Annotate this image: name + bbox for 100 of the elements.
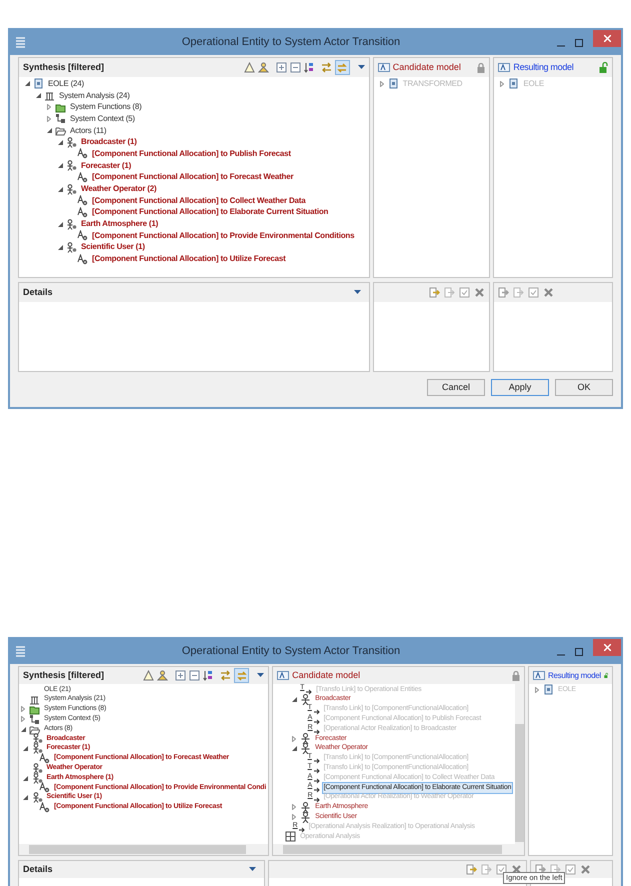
merge-icon — [429, 287, 440, 298]
tree-item[interactable]: Earth Atmosphere (1) — [79, 217, 160, 232]
tree-item[interactable]: System Functions (8) — [68, 100, 144, 114]
horizontal-scrollbar[interactable] — [19, 844, 268, 855]
tree-item[interactable]: [Component Functional Allocation] to Provide Environmental Conditions — [90, 228, 356, 243]
arrow-icon — [480, 864, 492, 875]
close-button[interactable] — [593, 30, 621, 47]
expand-arrow-icon[interactable] — [21, 716, 25, 722]
collapse-arrow-icon[interactable] — [58, 222, 62, 227]
expand-arrow-icon[interactable] — [292, 804, 296, 810]
expand-arrow-icon[interactable] — [292, 736, 296, 742]
arrow-icon — [444, 287, 456, 298]
collapse-arrow-icon[interactable] — [58, 140, 62, 145]
sort-icon — [203, 670, 214, 681]
diagram-icon — [29, 714, 40, 725]
checkbox-icon — [564, 864, 576, 875]
model-icon — [508, 78, 520, 90]
model-icon — [543, 684, 554, 696]
caret-icon — [257, 673, 264, 678]
tree-item[interactable]: System Context (5) — [68, 112, 137, 126]
close-button[interactable] — [593, 639, 621, 656]
person-filter-icon — [157, 670, 168, 681]
model-icon — [33, 78, 44, 90]
sync-icon — [337, 62, 348, 72]
actor-icon — [32, 792, 42, 804]
model-view-icon — [533, 671, 545, 680]
panel-title: Resulting model — [513, 60, 574, 74]
link-toggle-button[interactable] — [334, 60, 350, 75]
tree-item[interactable]: [Component Functional Allocation] to Elaborate Current Situation — [90, 205, 330, 220]
expand-arrow-icon[interactable] — [47, 104, 51, 110]
panel-title: Synthesis [filtered] — [23, 668, 106, 682]
merge-icon — [498, 287, 510, 298]
dialog-button[interactable]: Cancel — [427, 379, 485, 396]
expand-arrow-icon[interactable] — [292, 814, 296, 820]
collapse-arrow-icon[interactable] — [46, 128, 52, 134]
collapse-arrow-icon[interactable] — [23, 776, 28, 781]
allocation-icon — [39, 752, 50, 764]
person-filter-icon — [258, 62, 269, 73]
allocation-icon — [77, 230, 88, 242]
dialog-button[interactable]: OK — [555, 379, 613, 396]
expand-all-icon — [276, 62, 287, 73]
minimize-icon — [557, 44, 565, 46]
collapse-arrow-icon[interactable] — [23, 746, 28, 752]
link-toggle-button[interactable] — [234, 668, 250, 683]
collapse-arrow-icon[interactable] — [58, 163, 62, 168]
tree-item[interactable]: Forecaster (1) — [79, 158, 134, 173]
horizontal-scrollbar[interactable] — [273, 844, 524, 855]
actor-icon — [66, 242, 77, 253]
panel-title: Details — [23, 286, 54, 299]
tree-item[interactable]: [Component Functional Allocation] to Utilize Forecast — [90, 252, 288, 266]
model-view-icon — [498, 63, 510, 72]
model-view-icon — [378, 63, 390, 72]
minimize-icon — [557, 654, 565, 656]
caret-icon — [358, 65, 365, 70]
filter-icon — [244, 62, 255, 73]
person-icon — [300, 733, 312, 744]
tree-item[interactable]: EOLE (24) — [46, 77, 86, 91]
model-icon — [388, 78, 399, 90]
panel-title: Resulting model — [548, 670, 601, 682]
collapse-arrow-icon[interactable] — [58, 244, 62, 250]
collapse-arrow-icon[interactable] — [23, 795, 28, 800]
folder-icon — [55, 102, 66, 113]
collapse-arrow-icon[interactable] — [58, 186, 62, 192]
arrow-icon — [513, 287, 524, 298]
tree-item[interactable]: System Analysis (24) — [57, 88, 132, 103]
delete-icon — [580, 864, 591, 875]
tree-item[interactable]: Actors (11) — [68, 124, 108, 138]
allocation-icon — [39, 782, 50, 794]
dialog-button[interactable]: Apply — [491, 379, 549, 396]
tree-item[interactable]: [Component Functional Allocation] to Forecast Weather — [90, 170, 296, 184]
collapse-arrow-icon[interactable] — [24, 81, 30, 86]
collapse-arrow-icon[interactable] — [292, 697, 297, 702]
window-menu-icon — [16, 37, 25, 48]
delete-icon — [543, 287, 554, 298]
expand-arrow-icon[interactable] — [21, 706, 25, 712]
actor-icon — [32, 772, 42, 784]
collapse-arrow-icon[interactable] — [36, 93, 40, 98]
tree-item[interactable]: Weather Operator (2) — [79, 182, 158, 196]
window-title: Operational Entity to System Actor Transition — [180, 644, 402, 660]
checkbox-icon — [459, 287, 470, 298]
tree-item[interactable]: [Component Functional Allocation] to Publish Forecast — [90, 146, 293, 161]
vertical-scrollbar[interactable] — [515, 684, 524, 844]
tree-item[interactable]: Scientific User (1) — [79, 240, 147, 254]
diagram-icon — [55, 113, 66, 124]
expand-all-icon — [175, 670, 186, 681]
delete-icon — [510, 864, 522, 875]
close-icon — [604, 35, 610, 42]
collapse-arrow-icon[interactable] — [292, 746, 297, 752]
open-folder-icon — [29, 724, 40, 735]
actor-icon — [32, 733, 42, 744]
tree-item[interactable]: Broadcaster (1) — [79, 135, 139, 150]
expand-arrow-icon[interactable] — [47, 116, 51, 122]
tree-item[interactable]: [Component Functional Allocation] to Collect Weather Data — [90, 194, 308, 208]
actor-icon — [32, 762, 42, 774]
model-view-icon — [277, 671, 290, 680]
grid-icon — [285, 831, 296, 842]
checkbox-icon — [496, 864, 507, 875]
caret-icon — [354, 290, 361, 295]
collapse-arrow-icon[interactable] — [20, 726, 26, 732]
allocation-icon — [77, 254, 88, 265]
